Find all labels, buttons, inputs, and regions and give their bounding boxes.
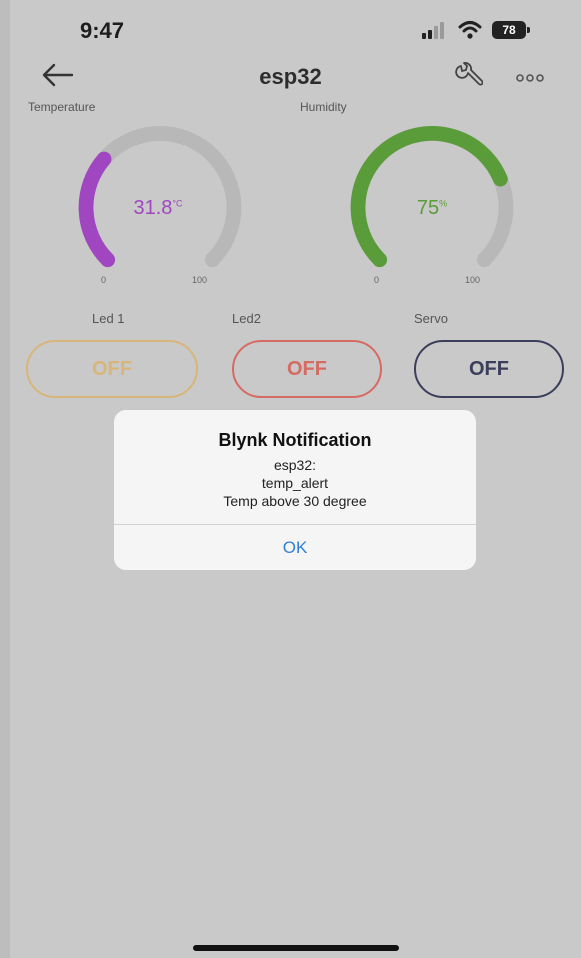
dialog-message-line: temp_alert <box>261 475 329 491</box>
humidity-number: 75 <box>416 197 440 219</box>
wrench-icon[interactable] <box>453 62 483 92</box>
temperature-unit: °C <box>172 198 183 209</box>
led2-button[interactable]: OFF <box>232 340 382 398</box>
wifi-icon <box>458 21 482 39</box>
temperature-max: 100 <box>192 275 208 285</box>
dialog-title: Blynk Notification <box>218 430 372 450</box>
temperature-value: 31.8°C <box>118 197 198 220</box>
more-icon[interactable] <box>513 72 547 84</box>
temperature-min: 0 <box>101 275 107 285</box>
dialog-message-line: Temp above 30 degree <box>223 493 367 509</box>
servo-label: Servo <box>414 311 448 326</box>
page-title: esp32 <box>259 64 322 89</box>
humidity-min: 0 <box>374 275 380 285</box>
humidity-unit: % <box>439 198 448 209</box>
status-time: 9:47 <box>80 18 125 43</box>
screen-edge <box>0 0 10 958</box>
status-icons: 78 <box>420 20 530 40</box>
led1-label: Led 1 <box>92 311 125 326</box>
dialog-message-line: esp32: <box>273 457 317 473</box>
dialog-message: esp32: temp_alert Temp above 30 degree <box>114 456 476 510</box>
home-indicator[interactable] <box>193 945 399 951</box>
humidity-value: 75% <box>392 197 472 220</box>
ok-button[interactable]: OK <box>114 525 476 570</box>
battery-icon: 78 <box>492 21 530 39</box>
notification-dialog: Blynk Notification esp32: temp_alert Tem… <box>114 410 476 570</box>
app-screen: 9:47 78 esp32 Temperature 31.8°C 0 100 H… <box>0 0 581 958</box>
servo-button[interactable]: OFF <box>414 340 564 398</box>
battery-level: 78 <box>502 23 516 37</box>
led2-label: Led2 <box>232 311 261 326</box>
led1-button[interactable]: OFF <box>26 340 198 398</box>
temperature-number: 31.8 <box>133 197 173 219</box>
signal-icon <box>422 22 444 39</box>
humidity-max: 100 <box>465 275 481 285</box>
